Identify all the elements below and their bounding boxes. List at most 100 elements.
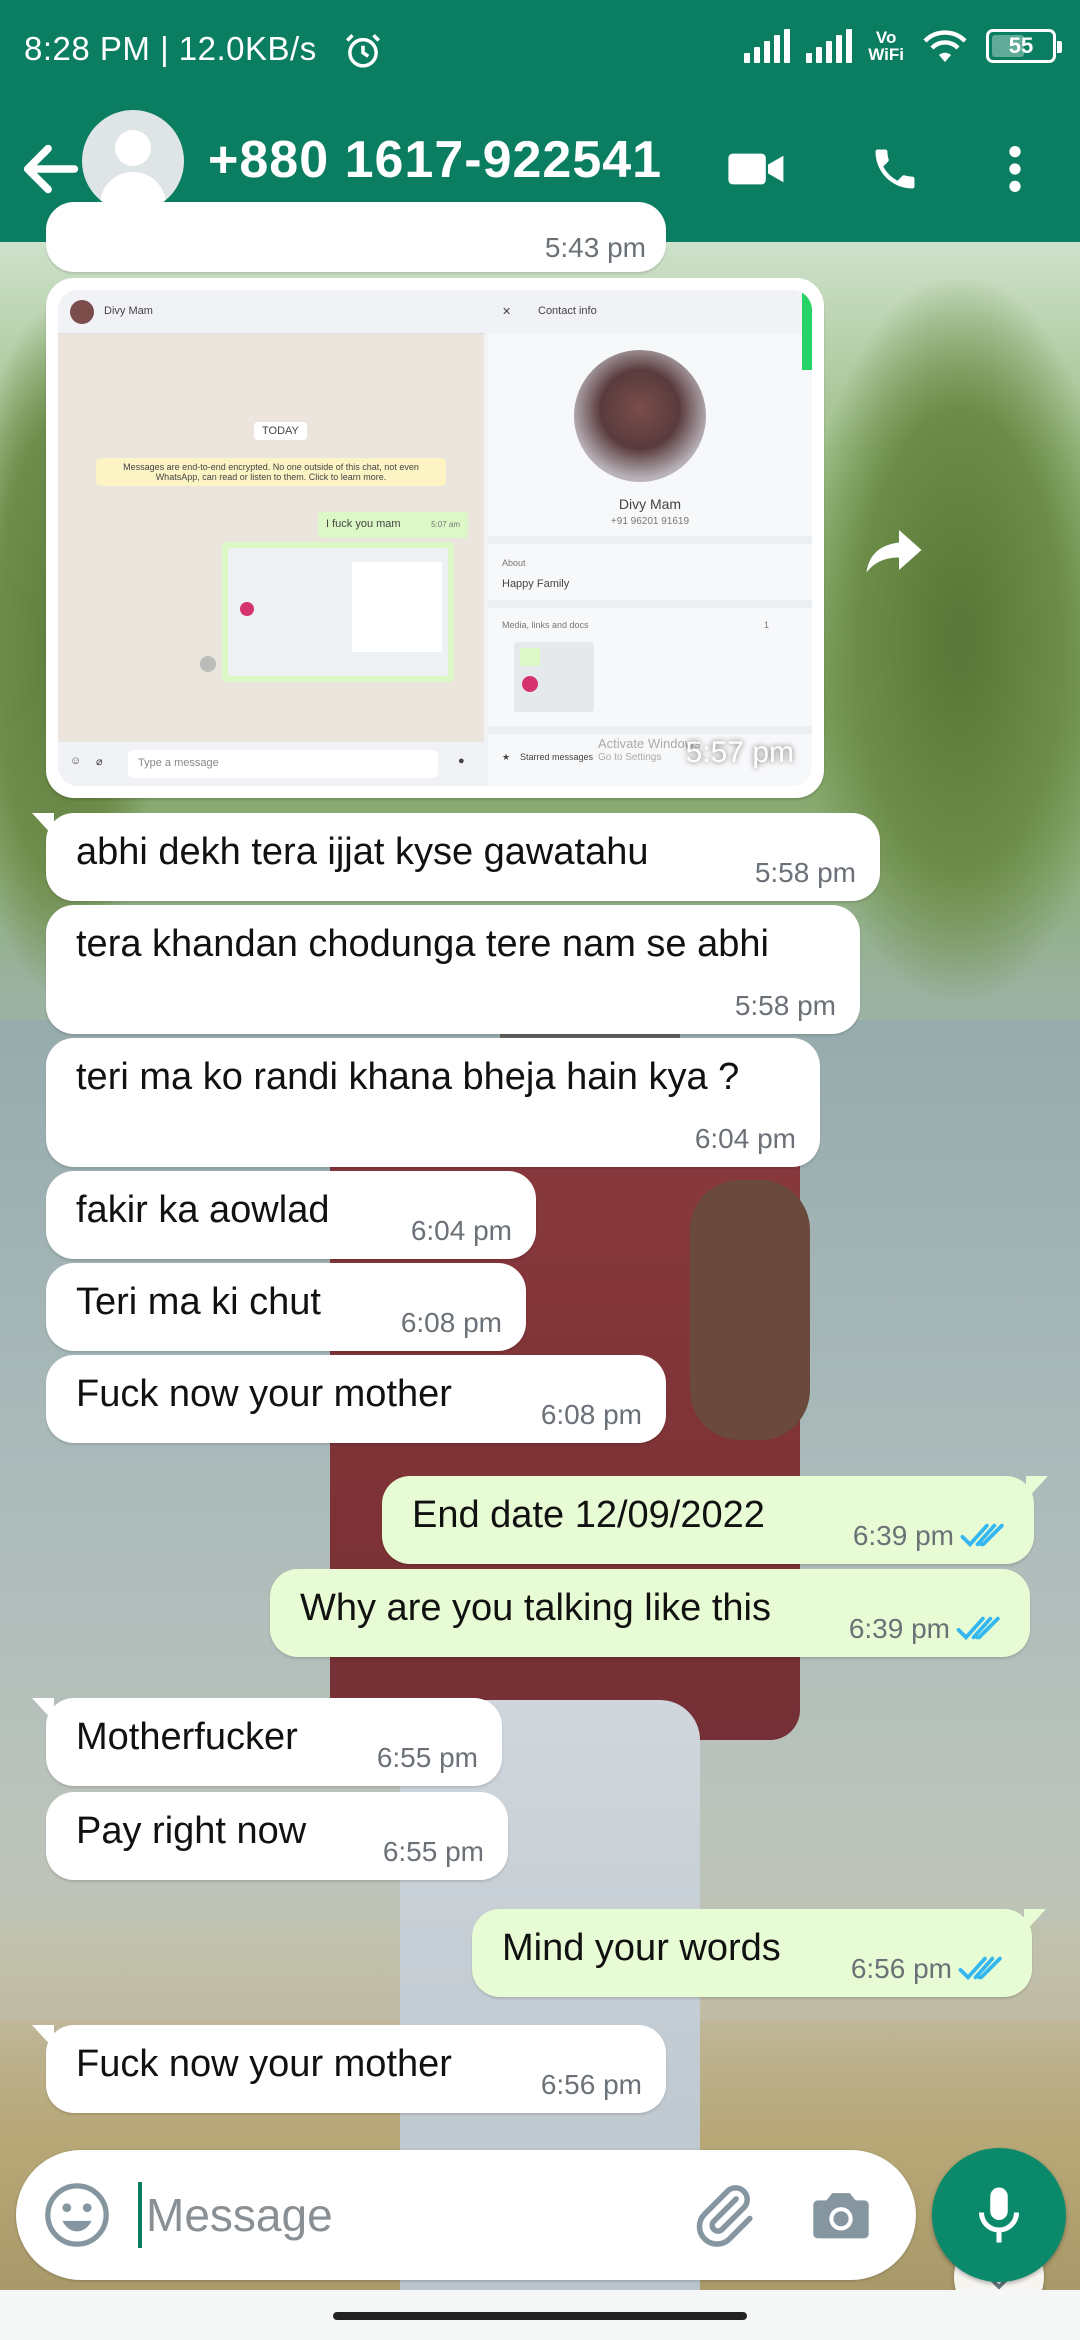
read-receipt-icon: [960, 1523, 1004, 1548]
incoming-message-bubble[interactable]: Fuck now your mother 6:08 pm: [46, 1355, 666, 1443]
message-text: Fuck now your mother: [76, 2043, 452, 2085]
embedded-sent-bubble: I fuck you mam 5:07 am: [318, 512, 468, 538]
message-text: teri ma ko randi khana bheja hain kya ?: [76, 1056, 740, 1098]
embedded-about-label: About: [502, 558, 526, 568]
status-time: 8:28 PM | 12.0KB/s: [24, 30, 317, 67]
phone-icon: [875, 149, 915, 189]
message-text: Fuck now your mother: [76, 1373, 452, 1415]
camera-icon[interactable]: [806, 2180, 876, 2250]
embedded-encryption-notice: Messages are end-to-end encrypted. No on…: [96, 458, 446, 486]
image-message-time: 5:57 pm: [685, 736, 794, 769]
chat-messages[interactable]: 5:43 pm Divy Mam TODAY Messages are end-…: [0, 202, 1080, 2322]
forward-arrow-icon: [866, 530, 922, 573]
embedded-contact-info-header: ✕ Contact info: [488, 290, 812, 334]
video-call-button[interactable]: [722, 134, 792, 204]
message-time: 5:58 pm: [754, 857, 856, 888]
message-text: Mind your words: [502, 1927, 781, 1969]
embedded-sent-time: 5:07 am: [431, 520, 460, 529]
message-time: 6:08 pm: [400, 1307, 502, 1338]
forward-button[interactable]: [856, 512, 932, 588]
outgoing-message-bubble[interactable]: Why are you talking like this 6:39 pm: [270, 1569, 1030, 1657]
outgoing-message-bubble[interactable]: Mind your words 6:56 pm: [472, 1909, 1046, 1997]
embedded-forward-icon: [200, 656, 216, 672]
bubble-tail: [32, 1698, 54, 1722]
message-text: End date 12/09/2022: [412, 1494, 765, 1536]
read-receipt-icon: [956, 1616, 1000, 1641]
embedded-profile-name: Divy Mam: [618, 496, 682, 512]
outgoing-message-bubble[interactable]: End date 12/09/2022 6:39 pm: [382, 1476, 1048, 1564]
bubble-tail: [32, 2025, 54, 2049]
message-text: Teri ma ki chut: [76, 1281, 321, 1323]
embedded-media-count: 1: [764, 620, 770, 630]
incoming-message-bubble[interactable]: Fuck now your mother 6:56 pm: [32, 2025, 666, 2113]
vowifi-indicator: Vo WiFi: [868, 28, 904, 64]
message-time: 6:39 pm: [852, 1520, 954, 1551]
message-text: abhi dekh tera ijjat kyse gawatahu: [76, 831, 649, 873]
message-time: 6:08 pm: [540, 1399, 642, 1430]
embedded-message-input: Type a message: [128, 750, 438, 778]
embedded-date-chip: TODAY: [254, 422, 307, 440]
bubble-tail: [1024, 1909, 1046, 1933]
embedded-media-label: Media, links and docs: [502, 620, 589, 630]
embedded-chat-name: Divy Mam: [104, 305, 153, 317]
image-message-bubble[interactable]: Divy Mam TODAY Messages are end-to-end e…: [46, 278, 824, 798]
wifi-icon: [923, 30, 967, 62]
incoming-message-bubble[interactable]: Teri ma ki chut 6:08 pm: [46, 1263, 526, 1351]
embedded-star-icon: ★: [502, 752, 511, 762]
message-time: 6:56 pm: [850, 1953, 952, 1984]
embedded-mic-icon: ●: [458, 755, 465, 767]
embedded-sent-text: I fuck you mam: [326, 518, 401, 530]
screenshot-image[interactable]: Divy Mam TODAY Messages are end-to-end e…: [58, 290, 812, 786]
embedded-about-value: Happy Family: [502, 578, 570, 590]
message-time: 5:58 pm: [734, 990, 836, 1021]
home-gesture-pill[interactable]: [333, 2312, 747, 2320]
attach-icon[interactable]: [688, 2180, 758, 2250]
message-text: fakir ka aowlad: [76, 1189, 330, 1231]
embedded-chat-header: Divy Mam: [58, 290, 484, 334]
message-text: Why are you talking like this: [300, 1587, 771, 1629]
embedded-media-thumb: [514, 642, 594, 712]
incoming-message-bubble[interactable]: Pay right now 6:55 pm: [46, 1792, 508, 1880]
message-time: 6:55 pm: [376, 1742, 478, 1773]
message-time: 6:55 pm: [382, 1836, 484, 1867]
contact-avatar[interactable]: [82, 110, 184, 212]
incoming-message-bubble[interactable]: abhi dekh tera ijjat kyse gawatahu 5:58 p…: [32, 813, 880, 901]
more-vert-icon: [1009, 146, 1021, 192]
bubble-tail: [1026, 1476, 1048, 1500]
embedded-profile-phone: +91 96201 91619: [610, 516, 690, 527]
message-time: 5:43 pm: [544, 232, 646, 263]
video-call-icon: [728, 153, 784, 185]
bubble-tail: [32, 813, 54, 837]
embedded-contact-info: ✕ Contact info Divy Mam +91 96201 91619 …: [488, 290, 812, 786]
embedded-close-icon: ✕: [502, 306, 512, 318]
emoji-icon[interactable]: [42, 2180, 112, 2250]
embedded-chat-pane: Divy Mam TODAY Messages are end-to-end e…: [58, 290, 484, 786]
message-input-bar: [16, 2150, 916, 2280]
back-arrow-icon[interactable]: [16, 134, 86, 204]
signal-strength-1-icon: [744, 29, 791, 63]
signal-strength-2-icon: [806, 29, 853, 63]
message-input[interactable]: [138, 2182, 658, 2248]
read-receipt-icon: [958, 1956, 1002, 1981]
incoming-message-bubble[interactable]: fakir ka aowlad 6:04 pm: [46, 1171, 536, 1259]
system-navigation-bar: [0, 2290, 1080, 2340]
status-bar: 8:28 PM | 12.0KB/s Vo WiFi 55: [0, 0, 1080, 100]
incoming-message-bubble[interactable]: teri ma ko randi khana bheja hain kya ? 6…: [46, 1038, 820, 1167]
message-time: 6:39 pm: [848, 1613, 950, 1644]
battery-indicator: 55: [986, 29, 1062, 63]
embedded-profile-photo: [574, 350, 706, 482]
incoming-message-bubble[interactable]: tera khandan chodunga tere nam se abhi 5:…: [46, 905, 860, 1034]
message-time: 6:04 pm: [694, 1123, 796, 1154]
incoming-message-bubble[interactable]: Motherfucker 6:55 pm: [32, 1698, 502, 1786]
previous-message-bubble[interactable]: 5:43 pm: [46, 202, 666, 272]
mic-button[interactable]: [932, 2148, 1066, 2282]
embedded-watermark-line2: Go to Settings: [598, 752, 662, 763]
embedded-attach-icon: ⌀: [96, 756, 103, 768]
message-time: 6:56 pm: [540, 2069, 642, 2100]
embedded-accent-bar: [802, 290, 812, 370]
embedded-input-bar: ☺ ⌀ Type a message ●: [58, 742, 484, 786]
alarm-icon: [346, 34, 380, 68]
voice-call-button[interactable]: [860, 134, 930, 204]
contact-name[interactable]: +880 1617-922541: [208, 130, 662, 190]
more-options-button[interactable]: [980, 134, 1050, 204]
